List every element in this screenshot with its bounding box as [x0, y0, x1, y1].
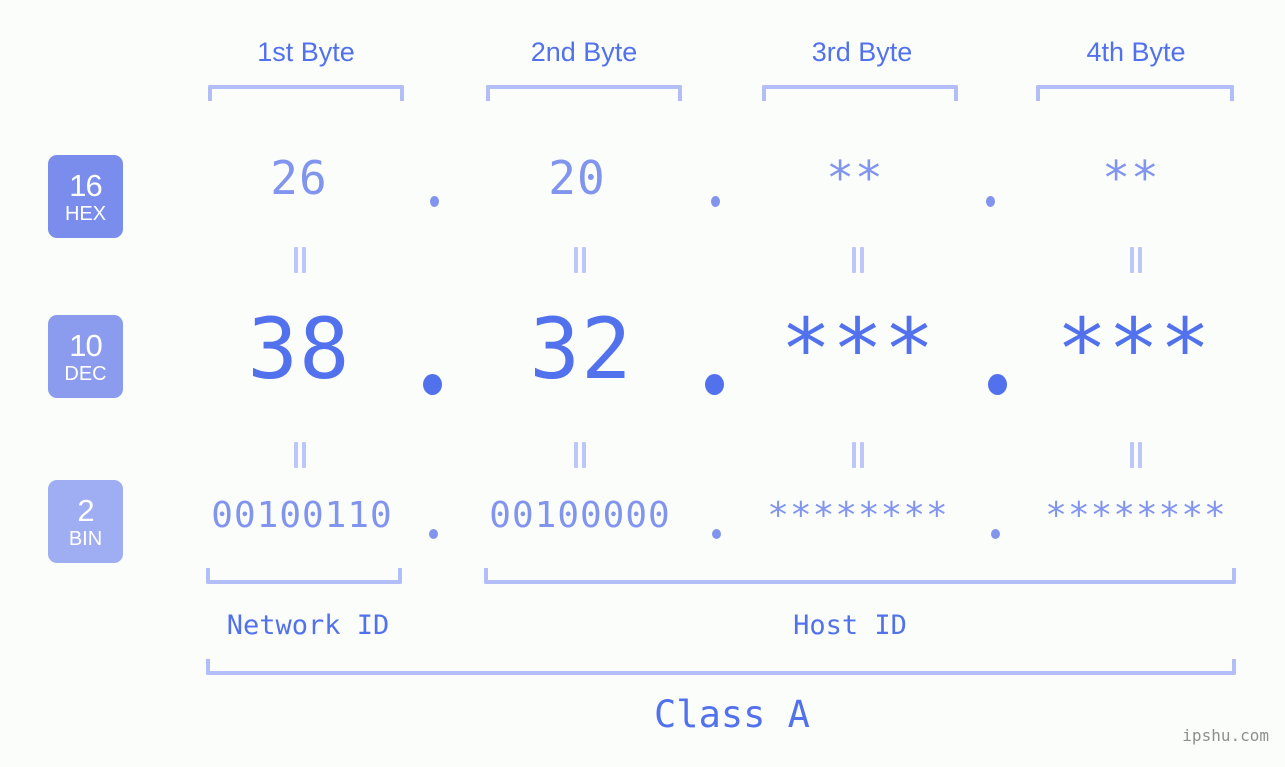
- network-id-bracket: [206, 568, 402, 584]
- equals-connector-hex-dec-1: [292, 247, 308, 273]
- byte-header-1: 1st Byte: [257, 37, 355, 67]
- network-id-label: Network ID: [226, 610, 390, 641]
- bin-separator-1: [429, 529, 438, 539]
- hex-separator-1: [430, 196, 439, 207]
- byte-header-4: 4th Byte: [1086, 37, 1186, 67]
- byte-bracket-4: [1036, 85, 1234, 101]
- dec-byte-1: 38: [247, 300, 351, 398]
- equals-connector-dec-bin-2: [572, 442, 588, 468]
- equals-connector-hex-dec-3: [850, 247, 866, 273]
- byte-header-2: 2nd Byte: [530, 37, 638, 67]
- equals-connector-hex-dec-2: [572, 247, 588, 273]
- byte-bracket-2: [486, 85, 682, 101]
- hex-byte-4: **: [1102, 151, 1160, 205]
- radix-badge-dec: 10 DEC: [48, 315, 123, 398]
- equals-connector-dec-bin-4: [1128, 442, 1144, 468]
- bin-separator-2: [712, 529, 721, 539]
- hex-byte-1: 26: [270, 151, 328, 205]
- equals-connector-dec-bin-3: [850, 442, 866, 468]
- radix-badge-hex-label: HEX: [64, 202, 107, 225]
- class-bracket: [206, 659, 1236, 675]
- hex-separator-2: [711, 196, 720, 207]
- dec-separator-1: [423, 374, 442, 395]
- radix-badge-dec-label: DEC: [64, 362, 107, 385]
- hex-byte-3: **: [826, 151, 884, 205]
- radix-badge-bin: 2 BIN: [48, 480, 123, 563]
- host-id-label: Host ID: [793, 610, 907, 641]
- host-id-bracket: [484, 568, 1236, 584]
- byte-bracket-1: [208, 85, 404, 101]
- site-watermark: ipshu.com: [1182, 726, 1269, 745]
- equals-connector-hex-dec-4: [1128, 247, 1144, 273]
- hex-separator-3: [986, 196, 995, 207]
- radix-badge-dec-number: 10: [69, 327, 102, 363]
- dec-byte-4: ***: [1056, 300, 1212, 398]
- class-label: Class A: [654, 693, 810, 736]
- dec-separator-3: [988, 374, 1007, 395]
- bin-byte-1: 00100110: [211, 495, 393, 536]
- dec-byte-3: ***: [780, 300, 936, 398]
- dec-separator-2: [705, 374, 724, 395]
- radix-badge-bin-number: 2: [77, 492, 94, 528]
- radix-badge-hex: 16 HEX: [48, 155, 123, 238]
- byte-bracket-3: [762, 85, 958, 101]
- radix-badge-hex-number: 16: [69, 167, 102, 203]
- bin-separator-3: [991, 529, 1000, 539]
- bin-byte-4: ********: [1045, 495, 1227, 536]
- bin-byte-3: ********: [767, 495, 949, 536]
- radix-badge-bin-label: BIN: [68, 527, 103, 550]
- dec-byte-2: 32: [529, 300, 633, 398]
- hex-byte-2: 20: [548, 151, 606, 205]
- ip-breakdown-diagram: 1st Byte 2nd Byte 3rd Byte 4th Byte 16 H…: [0, 0, 1285, 767]
- equals-connector-dec-bin-1: [292, 442, 308, 468]
- byte-header-3: 3rd Byte: [811, 37, 913, 67]
- bin-byte-2: 00100000: [489, 495, 671, 536]
